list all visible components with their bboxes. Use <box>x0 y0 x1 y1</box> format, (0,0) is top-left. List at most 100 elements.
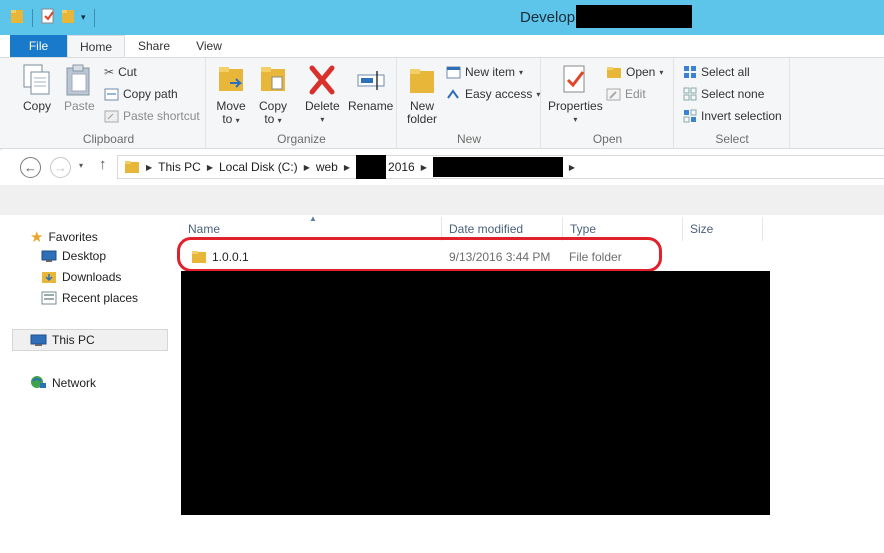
edit-label: Edit <box>625 87 646 101</box>
easy-access-button[interactable]: Easy access ▾ <box>446 87 540 101</box>
computer-icon <box>30 334 47 346</box>
breadcrumb-local-disk[interactable]: Local Disk (C:) <box>219 160 298 174</box>
breadcrumb-separator-icon: ▶ <box>343 162 351 172</box>
copy-to-label-2: to <box>264 112 275 126</box>
open-folder-icon <box>607 66 621 78</box>
select-group-label: Select <box>715 132 749 146</box>
rename-button[interactable]: Rename <box>348 63 393 113</box>
redacted-breadcrumb <box>356 155 387 179</box>
nav-network[interactable]: Network <box>30 375 96 390</box>
tab-view[interactable]: View <box>185 35 233 57</box>
arrow-right-icon: → <box>54 160 67 175</box>
paste-icon <box>66 64 90 96</box>
folder-icon <box>10 8 24 27</box>
open-label: Open <box>626 65 656 79</box>
new-item-label: New item <box>465 65 516 79</box>
new-item-button[interactable]: New item ▾ <box>446 65 523 79</box>
nav-this-pc[interactable]: This PC <box>30 333 95 347</box>
folder-icon <box>125 161 139 173</box>
quick-access-toolbar: ▾ <box>10 8 97 27</box>
address-bar[interactable]: ▶ This PC ▶ Local Disk (C:) ▶ web ▶ 2016… <box>117 155 884 179</box>
nav-favorites[interactable]: ★ Favorites <box>30 228 98 246</box>
paste-shortcut-icon <box>104 110 119 122</box>
column-size[interactable]: Size <box>683 217 763 241</box>
forward-button[interactable]: → <box>50 157 71 178</box>
new-folder-label-2: folder <box>407 112 438 126</box>
move-to-icon <box>219 67 243 91</box>
select-group: Select all Select none Invert selection … <box>675 58 790 149</box>
copy-to-button[interactable]: Copy to ▾ <box>258 63 288 127</box>
copy-icon <box>23 64 50 95</box>
properties-button[interactable]: Properties ▾ <box>548 63 603 126</box>
network-icon <box>31 376 46 388</box>
scissors-icon: ✂ <box>104 65 115 79</box>
open-button[interactable]: Open ▾ <box>606 65 663 79</box>
organize-group-label: Organize <box>277 132 326 146</box>
new-folder-icon[interactable] <box>61 8 75 27</box>
breadcrumb-separator-icon: ▶ <box>146 162 153 172</box>
nav-downloads-label: Downloads <box>62 270 122 284</box>
paste-shortcut-label: Paste shortcut <box>123 109 200 123</box>
breadcrumb-this-pc[interactable]: This PC <box>158 160 201 174</box>
properties-label: Properties <box>548 99 603 113</box>
back-button[interactable]: ← <box>20 157 41 178</box>
qat-separator <box>32 8 33 27</box>
select-all-label: Select all <box>701 65 750 79</box>
nav-desktop[interactable]: Desktop <box>41 249 106 263</box>
nav-downloads[interactable]: Downloads <box>41 270 121 284</box>
chevron-down-icon: ▾ <box>79 161 84 170</box>
rename-label: Rename <box>348 99 394 113</box>
cut-label: Cut <box>118 65 137 79</box>
breadcrumb-web[interactable]: web <box>316 160 338 174</box>
breadcrumb-separator-icon: ▶ <box>420 162 427 172</box>
nav-recent-places-label: Recent places <box>62 291 139 305</box>
delete-label: Delete <box>305 99 340 113</box>
properties-icon[interactable] <box>41 8 55 27</box>
tab-file[interactable]: File <box>10 35 67 57</box>
arrow-left-icon: ← <box>24 160 37 175</box>
paste-button[interactable]: Paste <box>64 63 95 113</box>
ribbon: Copy Paste ✂ Cut Copy path Paste shortcu… <box>0 57 884 149</box>
move-to-button[interactable]: Move to ▾ <box>216 63 246 127</box>
up-button[interactable]: ↑ <box>99 156 107 173</box>
breadcrumb-2016[interactable]: 2016 <box>388 160 415 174</box>
desktop-icon <box>41 250 57 262</box>
select-none-button[interactable]: Select none <box>683 87 764 101</box>
easy-access-label: Easy access <box>465 87 533 101</box>
chevron-down-icon: ▾ <box>536 89 541 99</box>
new-group-label: New <box>456 132 481 146</box>
select-all-button[interactable]: Select all <box>683 65 750 79</box>
toolbar-strip <box>0 185 884 215</box>
open-group: Properties ▾ Open ▾ Edit Open <box>542 58 674 149</box>
tab-share[interactable]: Share <box>130 35 178 57</box>
chevron-down-icon: ▾ <box>277 116 282 125</box>
redacted-file-list <box>181 271 770 515</box>
nav-network-label: Network <box>52 375 97 390</box>
chevron-down-icon: ▾ <box>235 116 240 125</box>
move-to-label-2: to <box>222 112 233 126</box>
tab-home[interactable]: Home <box>67 35 125 57</box>
breadcrumb-separator-icon: ▶ <box>206 162 213 172</box>
customize-qat-icon[interactable]: ▾ <box>81 12 86 23</box>
recent-locations-button[interactable]: ▾ <box>79 161 83 170</box>
downloads-icon <box>42 272 56 283</box>
breadcrumb-separator-icon: ▶ <box>303 162 310 172</box>
red-highlight-annotation <box>177 237 662 272</box>
copy-button[interactable]: Copy <box>22 63 52 113</box>
new-folder-button[interactable]: New folder <box>407 63 437 126</box>
invert-selection-button[interactable]: Invert selection <box>683 109 782 123</box>
clipboard-group-label: Clipboard <box>82 132 135 146</box>
paste-shortcut-button[interactable]: Paste shortcut <box>104 109 200 123</box>
arrow-up-icon: ↑ <box>99 156 107 173</box>
nav-recent-places[interactable]: Recent places <box>41 291 138 305</box>
paste-label: Paste <box>64 99 95 113</box>
delete-button[interactable]: Delete ▾ <box>305 63 340 126</box>
chevron-down-icon: ▾ <box>320 115 325 124</box>
qat-separator <box>93 8 95 27</box>
copy-label: Copy <box>22 99 51 113</box>
select-none-label: Select none <box>701 87 765 101</box>
organize-group: Move to ▾ Copy to ▾ Delete ▾ Rename Orga… <box>207 58 397 149</box>
edit-button[interactable]: Edit <box>606 87 646 101</box>
copy-path-button[interactable]: Copy path <box>104 87 178 101</box>
cut-button[interactable]: ✂ Cut <box>104 65 137 79</box>
